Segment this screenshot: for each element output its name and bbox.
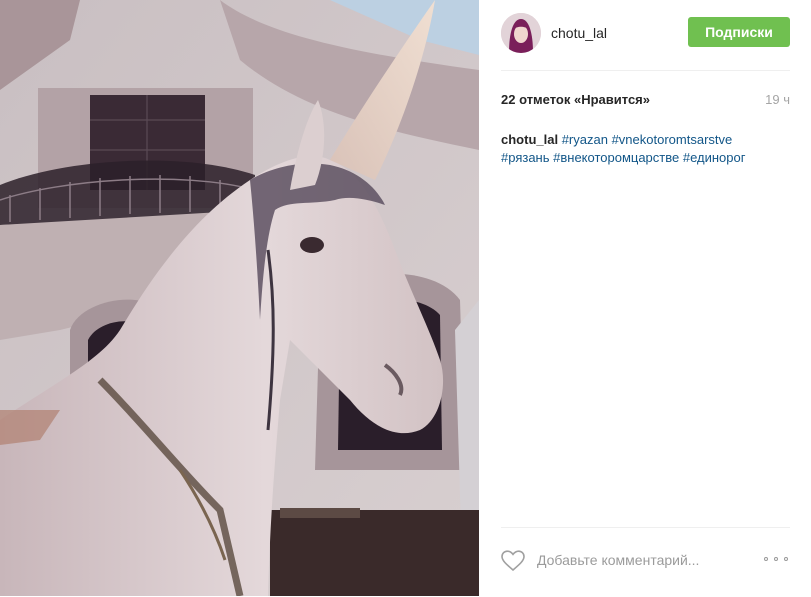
comment-input[interactable] [537,551,767,569]
post-time[interactable]: 19 ч [765,92,790,107]
unicorn-photo [0,0,479,596]
caption: chotu_lal #ryazan #vnekotoromtsarstve #р… [501,131,790,167]
likes-count[interactable]: 22 отметок «Нравится» [501,92,650,107]
caption-username[interactable]: chotu_lal [501,132,558,147]
post-photo[interactable] [0,0,479,596]
post-header: chotu_lal Подписки [501,12,790,71]
more-options-icon[interactable] [764,552,790,566]
avatar[interactable] [501,13,541,53]
hashtag-link[interactable]: #единорог [683,150,746,165]
follow-button[interactable]: Подписки [688,17,790,47]
username-link[interactable]: chotu_lal [551,25,607,41]
comment-bar [501,527,790,597]
hashtag-link[interactable]: #vnekotoromtsarstve [612,132,733,147]
likes-row: 22 отметок «Нравится» 19 ч [501,91,790,111]
avatar-image [501,13,541,53]
hashtag-link[interactable]: #внекоторомцарстве [553,150,679,165]
hashtag-link[interactable]: #рязань [501,150,550,165]
post-sidebar: chotu_lal Подписки 22 отметок «Нравится»… [479,0,811,596]
heart-icon[interactable] [501,550,525,572]
hashtag-link[interactable]: #ryazan [562,132,608,147]
